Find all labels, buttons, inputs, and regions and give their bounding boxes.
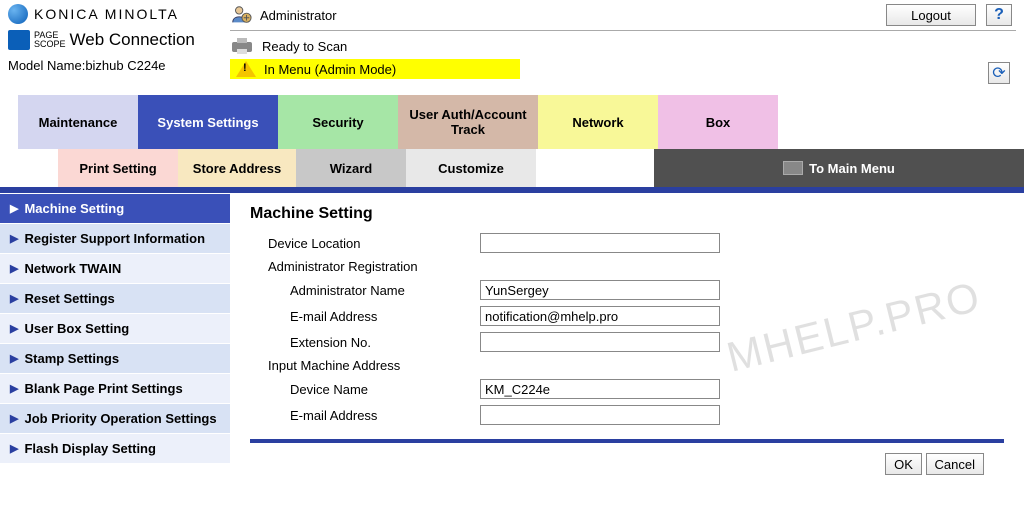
pagescope-icon bbox=[8, 30, 30, 50]
printer-icon bbox=[230, 37, 254, 55]
sidebar-item-network-twain[interactable]: ▶Network TWAIN bbox=[0, 253, 230, 283]
user-icon bbox=[230, 4, 252, 26]
input-extension[interactable] bbox=[480, 332, 720, 352]
label-admin-name: Administrator Name bbox=[250, 283, 480, 298]
cancel-button[interactable]: Cancel bbox=[926, 453, 984, 475]
tab-network[interactable]: Network bbox=[538, 95, 658, 149]
label-device-name: Device Name bbox=[250, 382, 480, 397]
label-input-machine-address: Input Machine Address bbox=[250, 358, 480, 373]
input-device-name[interactable] bbox=[480, 379, 720, 399]
label-extension: Extension No. bbox=[250, 335, 480, 350]
logout-button[interactable]: Logout bbox=[886, 4, 976, 26]
tab-system-settings[interactable]: System Settings bbox=[138, 95, 278, 149]
sidebar-item-stamp[interactable]: ▶Stamp Settings bbox=[0, 343, 230, 373]
tab-user-auth[interactable]: User Auth/Account Track bbox=[398, 95, 538, 149]
label-device-location: Device Location bbox=[250, 236, 480, 251]
tab-store-address[interactable]: Store Address bbox=[178, 149, 296, 187]
sidebar-item-blank-page[interactable]: ▶Blank Page Print Settings bbox=[0, 373, 230, 403]
secondary-tabs: Print Setting Store Address Wizard Custo… bbox=[58, 149, 1024, 187]
input-device-location[interactable] bbox=[480, 233, 720, 253]
logo-icon bbox=[8, 4, 28, 24]
tab-wizard[interactable]: Wizard bbox=[296, 149, 406, 187]
tab-to-main-menu[interactable]: To Main Menu bbox=[654, 149, 1024, 187]
model-name: Model Name:bizhub C224e bbox=[8, 58, 230, 73]
sidebar-item-user-box[interactable]: ▶User Box Setting bbox=[0, 313, 230, 343]
product-subtitle: PAGE SCOPE Web Connection bbox=[8, 30, 230, 50]
input-admin-name[interactable] bbox=[480, 280, 720, 300]
sidebar-item-job-priority[interactable]: ▶Job Priority Operation Settings bbox=[0, 403, 230, 433]
tab-print-setting[interactable]: Print Setting bbox=[58, 149, 178, 187]
label-admin-registration: Administrator Registration bbox=[250, 259, 480, 274]
input-admin-email[interactable] bbox=[480, 306, 720, 326]
help-button[interactable]: ? bbox=[986, 4, 1012, 26]
sidebar-item-machine-setting[interactable]: ▶Machine Setting bbox=[0, 193, 230, 223]
sidebar-item-reset-settings[interactable]: ▶Reset Settings bbox=[0, 283, 230, 313]
brand-logo: KONICA MINOLTA bbox=[8, 4, 230, 24]
label-admin-email: E-mail Address bbox=[250, 309, 480, 324]
tab-security[interactable]: Security bbox=[278, 95, 398, 149]
page-title: Machine Setting bbox=[250, 205, 1004, 223]
refresh-button[interactable]: ⟳ bbox=[988, 62, 1010, 84]
sidebar-item-register-support[interactable]: ▶Register Support Information bbox=[0, 223, 230, 253]
ok-button[interactable]: OK bbox=[885, 453, 922, 475]
sidebar: ▶Machine Setting ▶Register Support Infor… bbox=[0, 193, 230, 487]
brand-text: KONICA MINOLTA bbox=[34, 6, 179, 22]
label-device-email: E-mail Address bbox=[250, 408, 480, 423]
warning-icon bbox=[236, 61, 256, 77]
status-warning: In Menu (Admin Mode) bbox=[230, 59, 520, 79]
tab-box[interactable]: Box bbox=[658, 95, 778, 149]
input-device-email[interactable] bbox=[480, 405, 720, 425]
tab-customize[interactable]: Customize bbox=[406, 149, 536, 187]
user-role: Administrator bbox=[260, 8, 337, 23]
sidebar-item-flash-display[interactable]: ▶Flash Display Setting bbox=[0, 433, 230, 463]
tab-maintenance[interactable]: Maintenance bbox=[18, 95, 138, 149]
primary-tabs: Maintenance System Settings Security Use… bbox=[18, 95, 1024, 149]
status-ready: Ready to Scan bbox=[230, 37, 1016, 55]
menu-icon bbox=[783, 161, 803, 175]
